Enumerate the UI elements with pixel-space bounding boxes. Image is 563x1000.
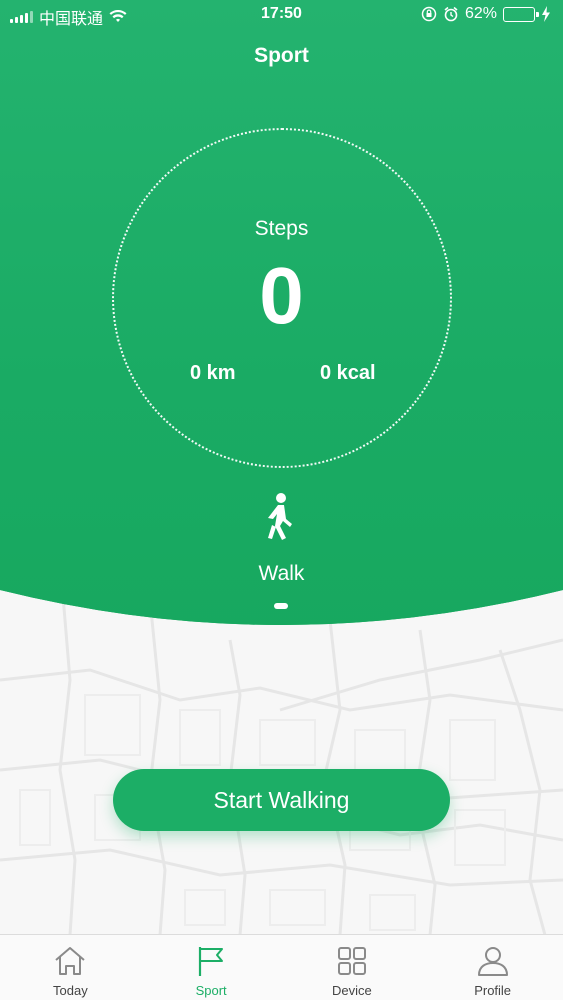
grid-icon	[337, 947, 366, 975]
start-walking-button[interactable]: Start Walking	[113, 769, 450, 831]
home-icon	[55, 947, 86, 975]
charging-bolt-icon	[542, 6, 550, 22]
tab-label: Sport	[195, 983, 227, 998]
status-bar: 中国联通 17:50 62%	[0, 0, 563, 30]
tab-label: Device	[332, 983, 372, 998]
person-icon	[477, 947, 508, 976]
tab-device[interactable]: Device	[282, 935, 423, 1000]
tab-label: Today	[53, 983, 88, 998]
tab-profile[interactable]: Profile	[422, 935, 563, 1000]
battery-icon	[503, 6, 539, 22]
walking-person-icon[interactable]	[262, 492, 298, 542]
steps-label: Steps	[254, 217, 309, 240]
tab-sport[interactable]: Sport	[141, 935, 282, 1000]
page-title: Sport	[254, 44, 309, 67]
orientation-lock-icon	[421, 6, 437, 22]
tab-label: Profile	[474, 983, 512, 998]
sport-mode-label: Walk	[258, 562, 305, 585]
distance-value: 0 km	[190, 362, 236, 384]
battery-percent: 62%	[464, 5, 497, 22]
page-indicator	[274, 603, 288, 609]
calories-value: 0 kcal	[320, 362, 376, 384]
tab-bar: Today Sport Device Profile	[0, 934, 563, 1000]
flag-icon	[199, 947, 224, 976]
steps-count: 0	[259, 251, 304, 340]
tab-today[interactable]: Today	[0, 935, 141, 1000]
alarm-icon	[444, 6, 458, 22]
